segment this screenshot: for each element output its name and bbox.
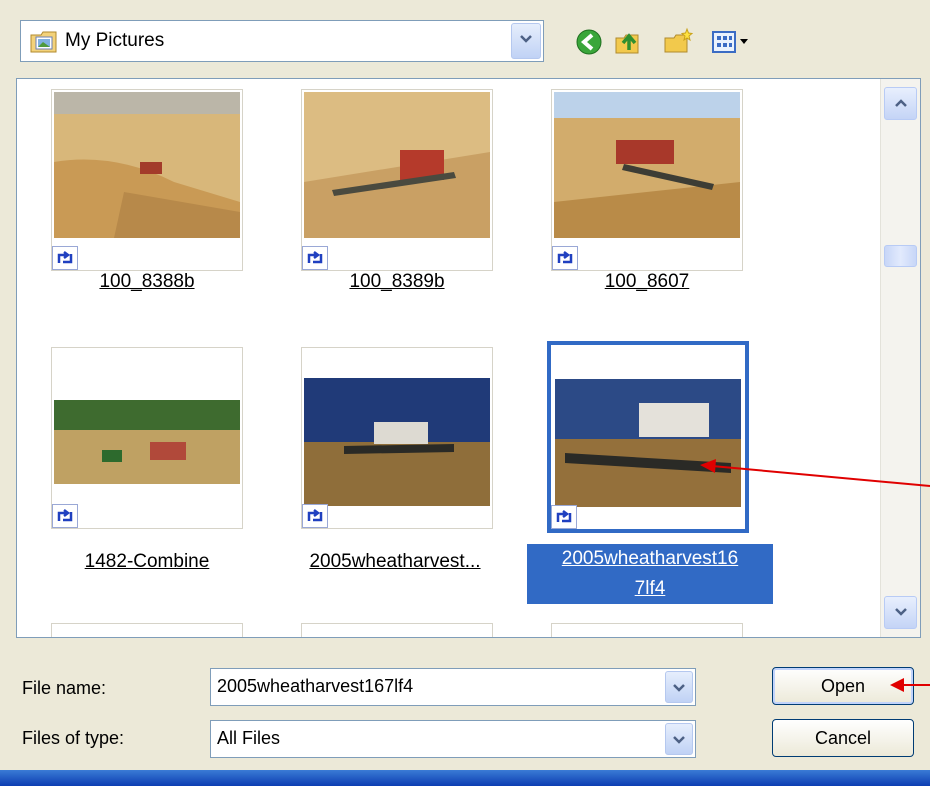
- file-thumbnail[interactable]: [301, 623, 493, 637]
- shortcut-arrow-icon: [552, 246, 578, 270]
- file-thumbnail[interactable]: [551, 89, 743, 271]
- scroll-down-button[interactable]: [884, 596, 917, 629]
- file-name-label-selected[interactable]: 2005wheatharvest16 7lf4: [527, 544, 773, 604]
- file-name-label[interactable]: 100_8607: [547, 271, 747, 293]
- chevron-down-icon: [672, 677, 686, 698]
- shortcut-arrow-icon: [302, 246, 328, 270]
- file-thumbnail[interactable]: [301, 89, 493, 271]
- photo-image: [554, 92, 740, 238]
- file-type-label: Files of type:: [22, 728, 125, 748]
- photo-image: [54, 92, 240, 238]
- chevron-up-icon: [894, 95, 908, 113]
- file-name-label[interactable]: 2005wheatharvest...: [275, 551, 515, 573]
- look-in-combo[interactable]: My Pictures: [20, 20, 544, 62]
- file-name-label: File name:: [22, 678, 107, 698]
- file-thumbnail[interactable]: [551, 623, 743, 637]
- file-list[interactable]: 100_8388b 100_8389b 100_8607 1482-Combin…: [16, 78, 921, 638]
- file-thumbnail[interactable]: [301, 347, 493, 529]
- cancel-button[interactable]: Cancel: [772, 719, 914, 757]
- look-in-value: My Pictures: [65, 30, 165, 51]
- file-thumbnail[interactable]: [51, 89, 243, 271]
- file-name-value: 2005wheatharvest167lf4: [217, 676, 414, 696]
- chevron-down-icon: [894, 604, 908, 622]
- photo-image: [54, 400, 240, 484]
- shortcut-arrow-icon: [52, 504, 78, 528]
- file-name-label[interactable]: 100_8389b: [297, 271, 497, 293]
- new-folder-icon[interactable]: [662, 26, 694, 58]
- file-thumbnail[interactable]: [51, 623, 243, 637]
- scrollbar-thumb[interactable]: [884, 245, 917, 267]
- file-name-label[interactable]: 100_8388b: [47, 271, 247, 293]
- file-name-label[interactable]: 1482-Combine: [47, 551, 247, 573]
- photo-image: [304, 92, 490, 238]
- shortcut-arrow-icon: [302, 504, 328, 528]
- open-button[interactable]: Open: [772, 667, 914, 705]
- file-name-dropdown-button[interactable]: [665, 671, 693, 703]
- chevron-down-icon: [672, 729, 686, 750]
- back-icon[interactable]: [573, 26, 605, 58]
- up-folder-icon[interactable]: [612, 26, 644, 58]
- file-name-input[interactable]: 2005wheatharvest167lf4: [210, 668, 696, 706]
- file-name-line-1: 2005wheatharvest16: [561, 548, 739, 569]
- shortcut-arrow-icon: [52, 246, 78, 270]
- photo-image: [304, 378, 490, 506]
- taskbar: [0, 770, 930, 786]
- file-name-line-2: 7lf4: [634, 578, 666, 599]
- vertical-scrollbar[interactable]: [880, 79, 920, 637]
- file-type-select[interactable]: All Files: [210, 720, 696, 758]
- file-thumbnail-selected[interactable]: [547, 341, 749, 533]
- photo-image: [555, 379, 741, 507]
- my-pictures-icon: [29, 27, 59, 55]
- file-type-dropdown-button[interactable]: [665, 723, 693, 755]
- shortcut-arrow-icon: [551, 505, 577, 529]
- views-menu-icon[interactable]: [710, 26, 762, 58]
- file-type-value: All Files: [217, 728, 281, 748]
- chevron-down-icon: [518, 32, 534, 50]
- scroll-up-button[interactable]: [884, 87, 917, 120]
- file-thumbnail[interactable]: [51, 347, 243, 529]
- look-in-dropdown-button[interactable]: [511, 23, 541, 59]
